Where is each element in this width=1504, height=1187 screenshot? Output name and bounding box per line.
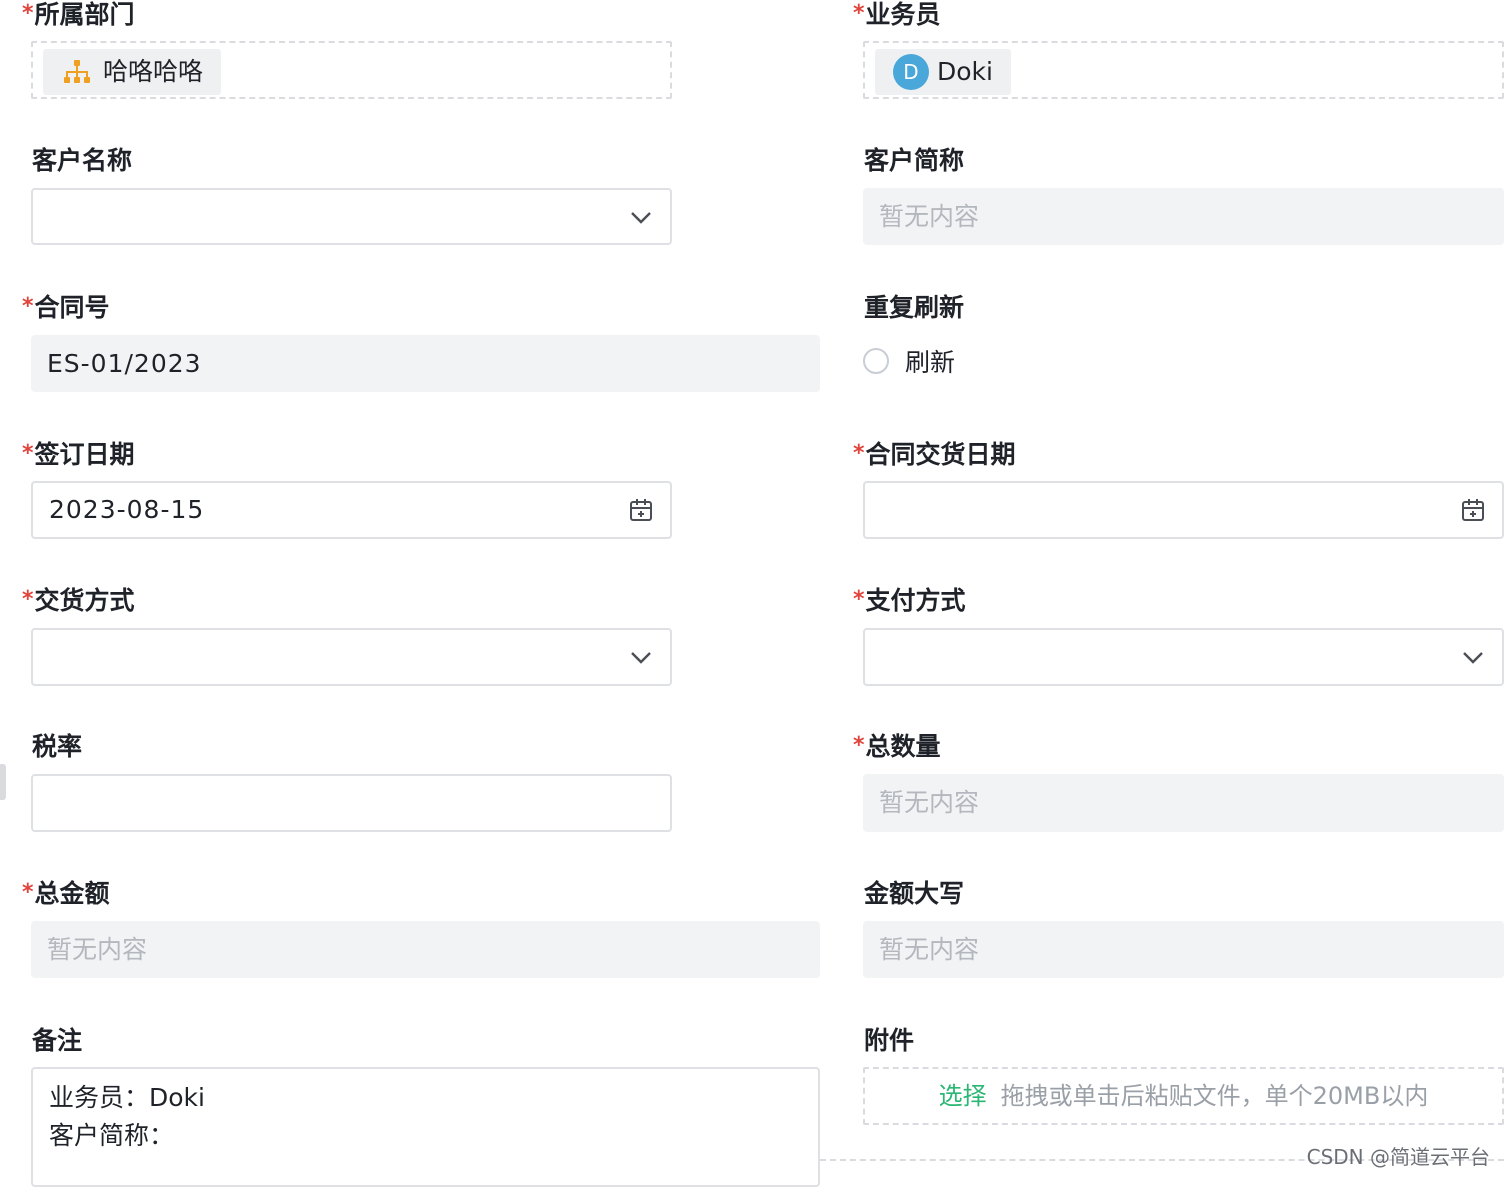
contract-no-field: ES-01/2023 [31, 335, 820, 392]
customer-short-placeholder: 暂无内容 [879, 201, 980, 231]
chevron-down-icon [628, 204, 654, 230]
org-chart-icon [63, 59, 91, 85]
tax-rate-input[interactable] [31, 774, 672, 832]
department-chip[interactable]: 哈咯哈咯 [43, 49, 222, 95]
refresh-radio-label: 刷新 [905, 348, 956, 377]
remarks-textarea[interactable]: 业务员：Doki 客户简称： [31, 1067, 820, 1187]
sign-date-picker[interactable]: 2023-08-15 [31, 481, 672, 539]
salesperson-field[interactable]: D Doki [863, 41, 1504, 99]
delivery-date-picker[interactable] [863, 481, 1504, 539]
attachment-select-link[interactable]: 选择 [939, 1081, 987, 1111]
total-qty-placeholder: 暂无内容 [879, 788, 980, 817]
chevron-down-icon [1460, 644, 1486, 670]
calendar-icon [628, 497, 654, 523]
required-mark: * [22, 880, 34, 905]
total-amount-placeholder: 暂无内容 [47, 934, 148, 964]
required-mark: * [22, 1, 34, 26]
calendar-icon [1460, 497, 1486, 523]
delivery-date-label: *合同交货日期 [853, 440, 1016, 469]
customer-name-select[interactable] [31, 188, 672, 245]
watermark: CSDN @简道云平台 [1306, 1145, 1490, 1169]
required-mark: * [853, 733, 865, 758]
customer-name-label: 客户名称 [32, 146, 133, 175]
total-qty-label: *总数量 [853, 732, 941, 761]
required-mark: * [22, 441, 34, 466]
tax-rate-label: 税率 [32, 732, 83, 761]
refresh-radio-option[interactable]: 刷新 [863, 346, 956, 377]
delivery-method-label: *交货方式 [22, 586, 135, 615]
required-mark: * [853, 1, 865, 26]
required-mark: * [22, 294, 34, 319]
salesperson-chip[interactable]: D Doki [875, 49, 1011, 95]
attachment-hint: 拖拽或单击后粘贴文件，单个20MB以内 [1000, 1082, 1429, 1110]
avatar: D [893, 54, 929, 90]
salesperson-name: Doki [937, 57, 993, 86]
attachment-label: 附件 [864, 1026, 915, 1055]
amount-upper-placeholder: 暂无内容 [879, 934, 980, 964]
repeat-refresh-label: 重复刷新 [864, 293, 965, 322]
attachment-dropzone[interactable]: 选择 拖拽或单击后粘贴文件，单个20MB以内 [863, 1067, 1504, 1125]
contract-no-value: ES-01/2023 [47, 348, 202, 378]
payment-method-label: *支付方式 [853, 586, 966, 615]
required-mark: * [22, 587, 34, 612]
contract-no-label: *合同号 [22, 293, 110, 322]
amount-upper-label: 金额大写 [864, 879, 965, 908]
amount-upper-field: 暂无内容 [863, 921, 1504, 978]
remarks-line-2: 客户简称： [49, 1121, 175, 1150]
total-qty-field: 暂无内容 [863, 774, 1504, 832]
remarks-label: 备注 [32, 1026, 83, 1055]
payment-method-select[interactable] [863, 628, 1504, 686]
chevron-down-icon [628, 644, 654, 670]
side-panel-handle[interactable] [0, 764, 6, 800]
department-field[interactable]: 哈咯哈咯 [31, 41, 672, 99]
salesperson-label: *业务员 [853, 0, 941, 29]
remarks-line-1: 业务员：Doki [49, 1083, 205, 1112]
sign-date-value: 2023-08-15 [49, 495, 205, 524]
sign-date-label: *签订日期 [22, 440, 135, 469]
required-mark: * [853, 587, 865, 612]
department-label: *所属部门 [22, 0, 135, 29]
total-amount-label: *总金额 [22, 879, 110, 908]
refresh-radio[interactable] [863, 348, 889, 374]
department-chip-text: 哈咯哈咯 [103, 57, 204, 86]
customer-short-label: 客户简称 [864, 146, 965, 175]
customer-short-field: 暂无内容 [863, 188, 1504, 245]
delivery-method-select[interactable] [31, 628, 672, 686]
total-amount-field: 暂无内容 [31, 921, 820, 978]
required-mark: * [853, 441, 865, 466]
